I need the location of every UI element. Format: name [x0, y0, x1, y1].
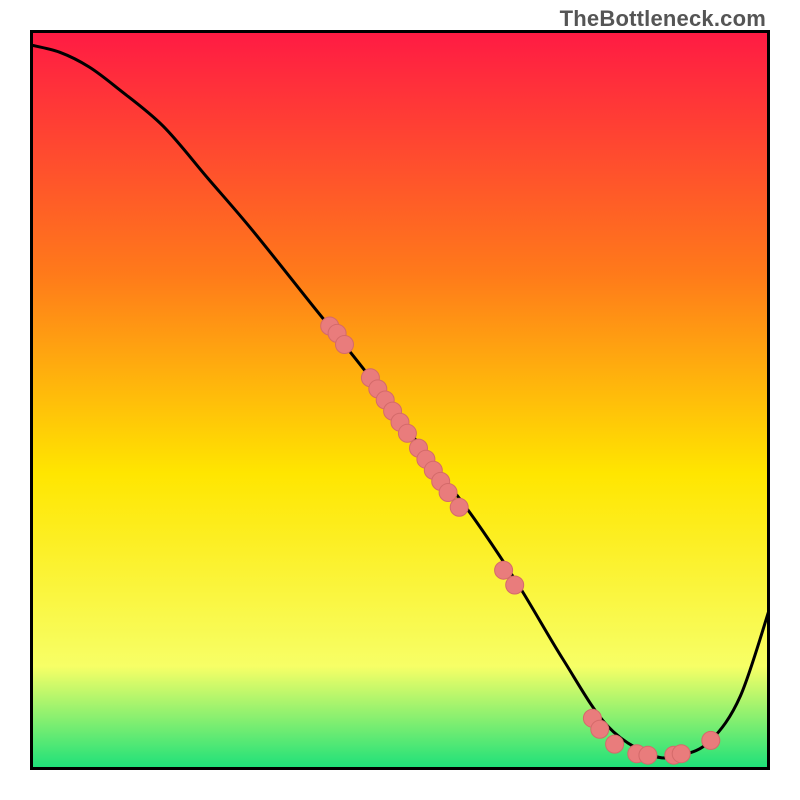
- marker-dot: [336, 336, 354, 354]
- chart-background: [30, 30, 770, 770]
- marker-dot: [398, 424, 416, 442]
- chart-svg: [30, 30, 770, 770]
- chart-frame: [30, 30, 770, 770]
- marker-dot: [702, 731, 720, 749]
- marker-dot: [495, 561, 513, 579]
- marker-dot: [450, 498, 468, 516]
- marker-dot: [606, 735, 624, 753]
- marker-dot: [591, 720, 609, 738]
- marker-dot: [672, 745, 690, 763]
- marker-dot: [639, 746, 657, 764]
- marker-dot: [439, 484, 457, 502]
- watermark-text: TheBottleneck.com: [560, 6, 766, 32]
- marker-dot: [506, 576, 524, 594]
